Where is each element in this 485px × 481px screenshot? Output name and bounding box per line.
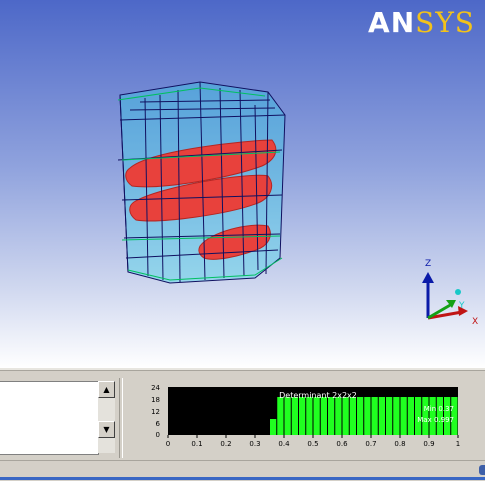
histogram-xtick-label: 0.6 [336, 440, 348, 448]
histogram-bar [364, 397, 371, 435]
histogram-xtick-label: 0.4 [278, 440, 290, 448]
histogram-bar [386, 397, 393, 435]
panel-divider [0, 368, 485, 371]
histogram-xtick-label: 0.7 [365, 440, 376, 448]
scroll-up-arrow-icon[interactable]: ▲ [98, 381, 115, 398]
histogram-bar [328, 397, 335, 435]
axis-triad: Z Y X [422, 259, 478, 327]
histogram-bar [270, 419, 277, 435]
histogram-min-label: Min 0.37 [424, 405, 454, 413]
histogram-bar [371, 397, 378, 435]
histogram-bar [357, 397, 364, 435]
histogram-ytick: 0 [156, 431, 160, 439]
graphics-viewport[interactable]: ANSYS Z Y X [0, 0, 485, 368]
histogram-bar [277, 397, 284, 435]
histogram-ytick: 6 [156, 420, 161, 428]
triad-z-label: Z [425, 259, 431, 269]
histogram-bar [349, 397, 356, 435]
histogram-ytick: 24 [151, 384, 160, 392]
status-grip-icon [479, 465, 485, 475]
triad-y-label: Y [458, 301, 465, 311]
quality-histogram: 24 18 12 6 0 Determinant 2x2x2 Min 0.37 … [151, 384, 460, 448]
histogram-xtick-label: 0.8 [394, 440, 405, 448]
histogram-bar [342, 397, 349, 435]
histogram-xtick-label: 0 [166, 440, 170, 448]
histogram-bar [284, 397, 291, 435]
histogram-max-label: Max 0.997 [417, 416, 454, 424]
histogram-bar [400, 397, 407, 435]
histogram-title: Determinant 2x2x2 [279, 391, 357, 400]
message-scrollbar[interactable]: ▲ ▼ [98, 381, 115, 453]
histogram-bar [291, 397, 298, 435]
histogram-bar [378, 397, 385, 435]
histogram-xtick-label: 0.2 [220, 440, 231, 448]
histogram-xtick-label: 0.9 [423, 440, 434, 448]
histogram-xtick-label: 0.1 [191, 440, 202, 448]
scroll-down-arrow-icon[interactable]: ▼ [98, 421, 115, 438]
histogram-bar [393, 397, 400, 435]
histogram-bar [306, 397, 313, 435]
histogram-bar [320, 397, 327, 435]
histogram-ytick: 18 [151, 396, 160, 404]
histogram-bar [313, 397, 320, 435]
histogram-xtick-label: 0.3 [249, 440, 260, 448]
triad-x-label: X [472, 317, 478, 327]
status-bar [0, 460, 485, 481]
histogram-bar [335, 397, 342, 435]
histogram-ytick: 12 [151, 408, 160, 416]
histogram-xtick-label: 0.5 [307, 440, 318, 448]
histogram-bar [299, 397, 306, 435]
message-text-area[interactable] [0, 381, 99, 455]
histogram-bar [407, 397, 414, 435]
histogram-xtick-label: 1 [456, 440, 460, 448]
